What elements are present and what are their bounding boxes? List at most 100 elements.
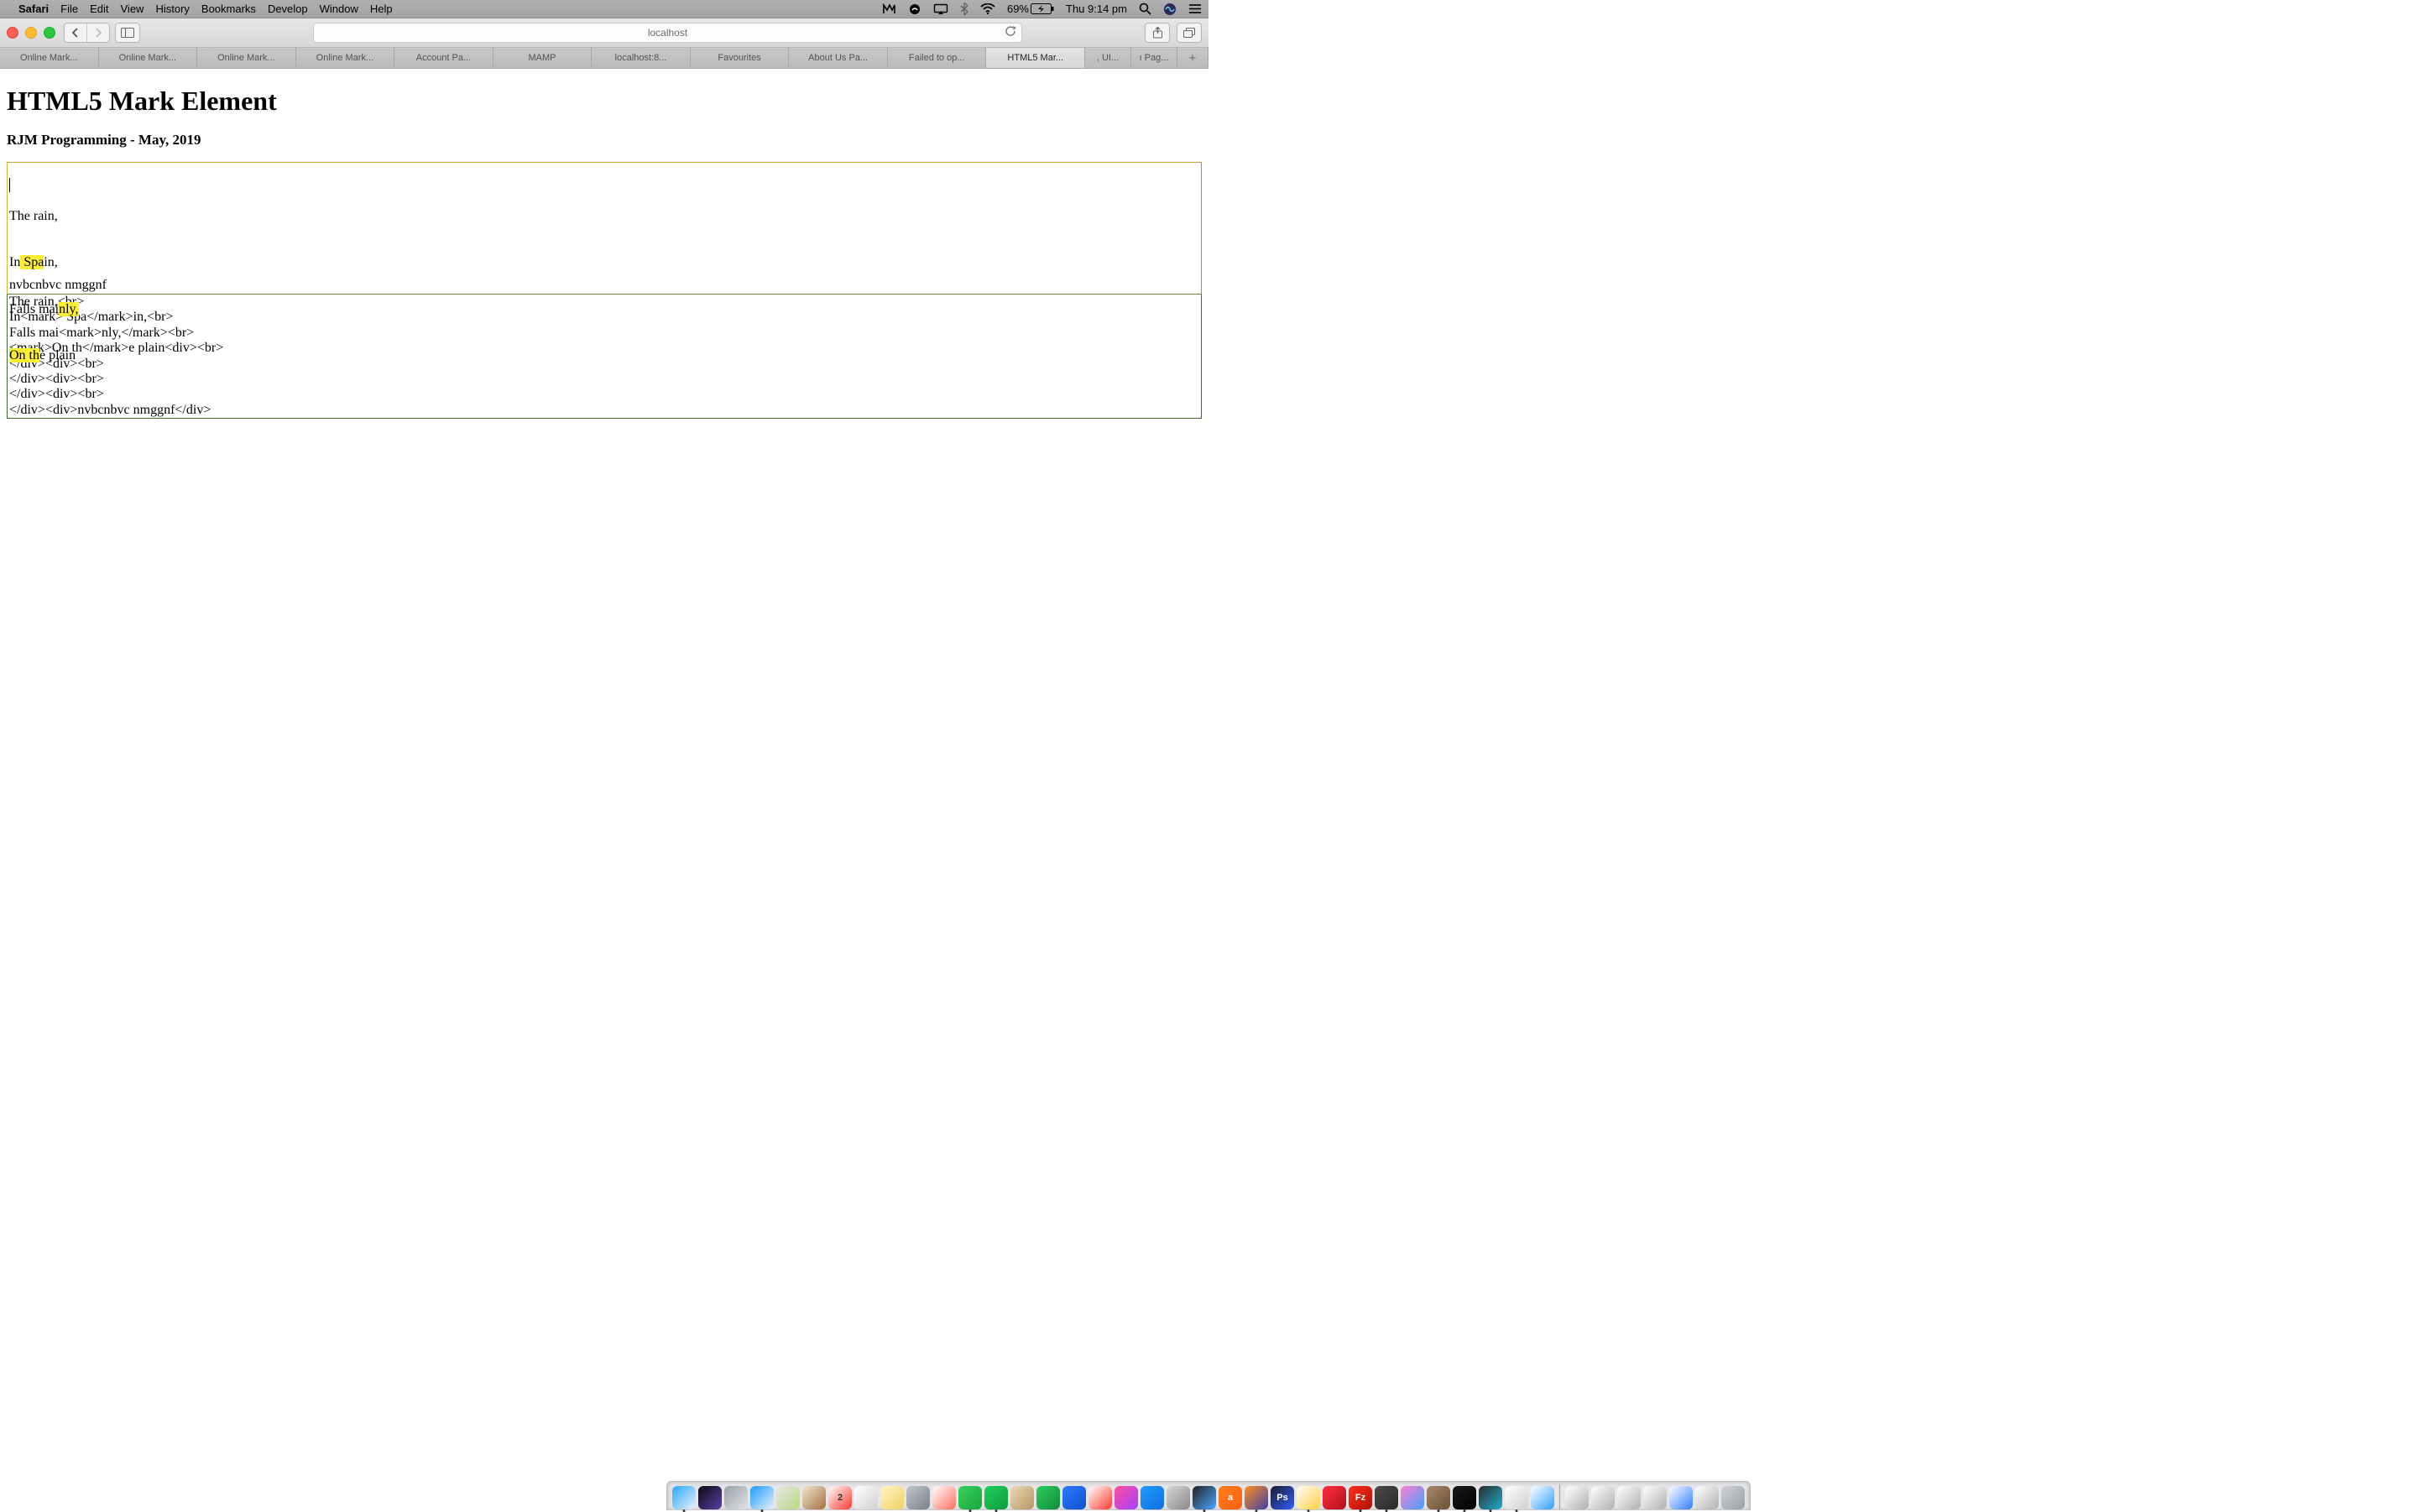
dock-activity-icon[interactable]: [1193, 1486, 1216, 1509]
macos-menubar: Safari File Edit View History Bookmarks …: [0, 0, 1208, 18]
browser-tab[interactable]: MAMP: [493, 48, 593, 68]
dock-calendar-icon[interactable]: 2: [828, 1486, 852, 1509]
dock-automator-icon[interactable]: [906, 1486, 930, 1509]
dock-facetime-icon[interactable]: [984, 1486, 1008, 1509]
dock-notes-icon[interactable]: [880, 1486, 904, 1509]
dock-photos-icon[interactable]: [932, 1486, 956, 1509]
forward-button[interactable]: [86, 23, 109, 42]
menu-edit[interactable]: Edit: [90, 3, 108, 15]
dock-keynote-icon[interactable]: [1062, 1486, 1086, 1509]
window-controls: [7, 27, 55, 39]
airplay-icon[interactable]: [933, 3, 948, 15]
dock-settings-icon[interactable]: [1167, 1486, 1190, 1509]
menu-history[interactable]: History: [155, 3, 189, 15]
browser-tab[interactable]: localhost:8...: [592, 48, 691, 68]
menu-extra-avast-icon[interactable]: [908, 3, 921, 15]
browser-tab[interactable]: Favourites: [691, 48, 790, 68]
dock-appstore-icon[interactable]: [1141, 1486, 1164, 1509]
dock-messages-icon[interactable]: [958, 1486, 982, 1509]
dock-opera-icon[interactable]: [1323, 1486, 1346, 1509]
dock-firefox-icon[interactable]: [1245, 1486, 1268, 1509]
browser-tab[interactable]: Failed to op...: [888, 48, 987, 68]
browser-tab[interactable]: Online Mark...: [197, 48, 296, 68]
rendered-line-1: The rain,: [9, 209, 58, 223]
new-tab-button[interactable]: +: [1177, 48, 1208, 68]
back-button[interactable]: [65, 23, 86, 42]
dock-doc6-icon[interactable]: [1695, 1486, 1719, 1509]
browser-tab[interactable]: About Us Pa...: [789, 48, 888, 68]
dock-maps-icon[interactable]: [776, 1486, 800, 1509]
spotlight-icon[interactable]: [1139, 3, 1151, 15]
dock-bean-icon[interactable]: [802, 1486, 826, 1509]
dock-avast-icon[interactable]: a: [1219, 1486, 1242, 1509]
dock-doc1-icon[interactable]: [1565, 1486, 1589, 1509]
dock-doc2-icon[interactable]: [1591, 1486, 1615, 1509]
dock-numbers-icon[interactable]: [1036, 1486, 1060, 1509]
battery-status[interactable]: 69%: [1007, 3, 1054, 15]
browser-tab[interactable]: Online Mark...: [0, 48, 99, 68]
rendered-editable-box[interactable]: The rain, In Spain, Falls mainly, On the…: [7, 162, 1202, 295]
dock-itunes-icon[interactable]: [1115, 1486, 1138, 1509]
dock-doc4-icon[interactable]: [1643, 1486, 1667, 1509]
nav-segment: [64, 23, 110, 43]
menu-file[interactable]: File: [60, 3, 78, 15]
clock[interactable]: Thu 9:14 pm: [1066, 3, 1127, 15]
menu-view[interactable]: View: [121, 3, 144, 15]
menu-develop[interactable]: Develop: [268, 3, 308, 15]
dock-trash-icon[interactable]: [1721, 1486, 1745, 1509]
address-bar[interactable]: localhost: [313, 23, 1022, 43]
dock-quicktime-icon[interactable]: [1479, 1486, 1502, 1509]
dock-doc3-icon[interactable]: [1617, 1486, 1641, 1509]
sidebar-toggle-button[interactable]: [115, 23, 140, 43]
dock-contacts-icon[interactable]: [1010, 1486, 1034, 1509]
rendered-line-3a: Falls mai: [9, 302, 59, 316]
rendered-line-4b: e plain: [39, 348, 76, 362]
rendered-line-2-mark: Spa: [20, 255, 44, 269]
reload-button[interactable]: [1005, 26, 1016, 39]
menu-help[interactable]: Help: [370, 3, 393, 15]
dock-safari-icon[interactable]: [750, 1486, 774, 1509]
siri-menu-icon[interactable]: [1163, 3, 1177, 16]
page-title: HTML5 Mark Element: [7, 86, 1202, 117]
browser-tab[interactable]: Online Mark...: [296, 48, 395, 68]
dock-reminders-icon[interactable]: [854, 1486, 878, 1509]
notification-center-icon[interactable]: [1188, 3, 1202, 14]
dock-terminal-icon[interactable]: [1453, 1486, 1476, 1509]
dock-finder-icon[interactable]: [672, 1486, 696, 1509]
zoom-window-button[interactable]: [44, 27, 55, 39]
app-name[interactable]: Safari: [18, 3, 49, 15]
dock-photoshop-icon[interactable]: Ps: [1271, 1486, 1294, 1509]
rendered-line-2b: in,: [44, 255, 57, 269]
bluetooth-icon[interactable]: [960, 3, 968, 15]
dock-textedit-icon[interactable]: [1505, 1486, 1528, 1509]
share-button[interactable]: [1145, 23, 1170, 43]
dock-paint-icon[interactable]: [1401, 1486, 1424, 1509]
browser-tab[interactable]: , UI...: [1085, 48, 1131, 68]
browser-tab[interactable]: Online Mark...: [99, 48, 198, 68]
dock-gimp-icon[interactable]: [1427, 1486, 1450, 1509]
browser-tab[interactable]: Account Pa...: [394, 48, 493, 68]
dock-doc5-icon[interactable]: [1669, 1486, 1693, 1509]
browser-tab[interactable]: HTML5 Mar...: [986, 48, 1085, 68]
dock-mamp-icon[interactable]: [1375, 1486, 1398, 1509]
menu-window[interactable]: Window: [320, 3, 358, 15]
dock-siri-icon[interactable]: [698, 1486, 722, 1509]
safari-toolbar: localhost: [0, 18, 1208, 48]
wifi-icon[interactable]: [980, 3, 995, 14]
dock-noentry-icon[interactable]: [1088, 1486, 1112, 1509]
rendered-line-2a: In: [9, 255, 20, 269]
menu-bookmarks[interactable]: Bookmarks: [201, 3, 256, 15]
rendered-tail-text: nvbcnbvc nmggnf: [9, 278, 107, 293]
minimize-window-button[interactable]: [25, 27, 37, 39]
browser-tab[interactable]: ı Pag...: [1131, 48, 1177, 68]
battery-percent: 69%: [1007, 3, 1029, 15]
text-cursor: [9, 178, 10, 192]
dock-filezilla-icon[interactable]: Fz: [1349, 1486, 1372, 1509]
dock-launchpad-icon[interactable]: [724, 1486, 748, 1509]
tabs-overview-button[interactable]: [1177, 23, 1202, 43]
dock-chrome-icon[interactable]: [1297, 1486, 1320, 1509]
dock-area: 2 a Ps Fz: [0, 1481, 2417, 1510]
menu-extra-m-icon[interactable]: [883, 3, 896, 15]
dock-preview-icon[interactable]: [1531, 1486, 1554, 1509]
close-window-button[interactable]: [7, 27, 18, 39]
